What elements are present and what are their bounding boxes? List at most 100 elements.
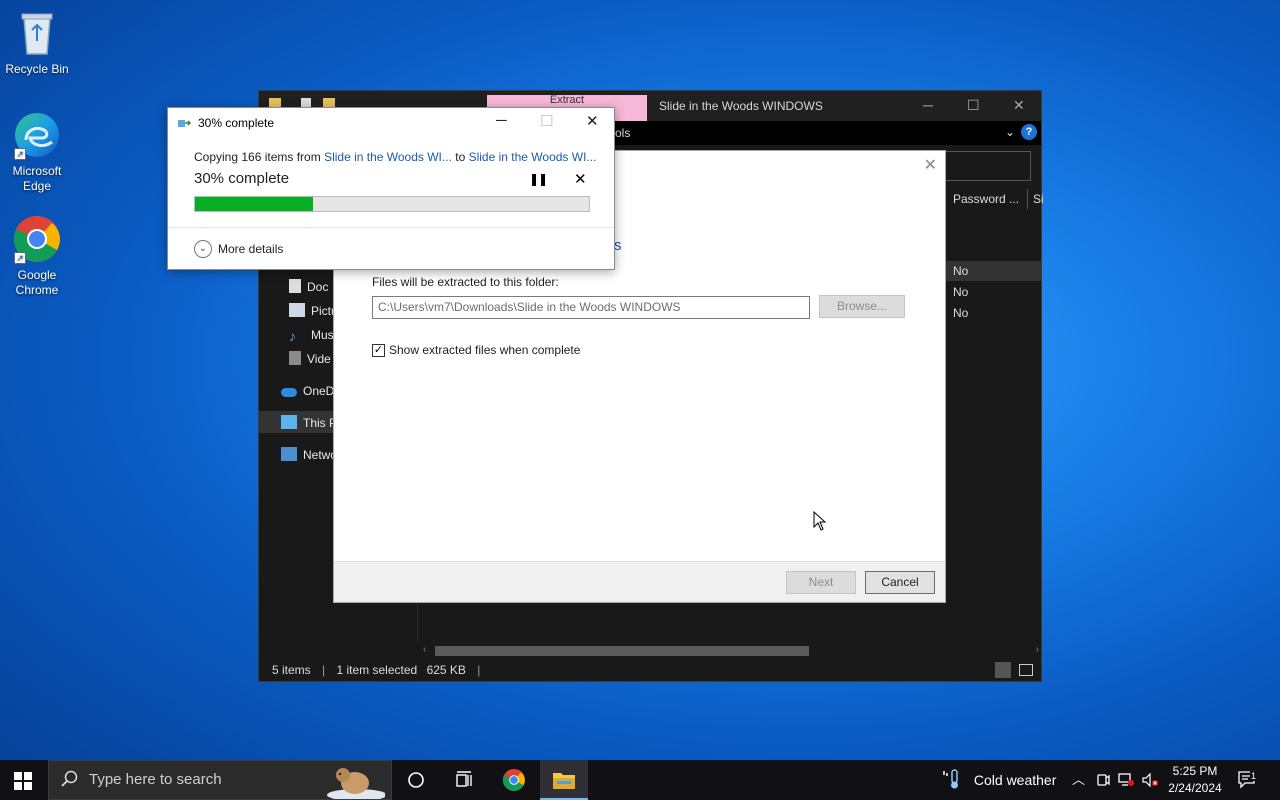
show-files-option[interactable]: ✓ Show extracted files when complete [372,343,580,357]
network-icon [281,447,297,461]
chrome-icon [502,768,526,792]
windows-logo-icon [14,772,22,780]
taskbar: Type here to search Cold weather ︿ 5:25 … [0,760,1280,800]
thermometer-icon [943,769,958,789]
status-divider: | [477,663,481,677]
edge-icon: ↗ [12,110,62,160]
weather-label: Cold weather [973,772,1057,788]
close-icon[interactable]: ✕ [586,112,599,130]
start-button[interactable] [14,772,32,790]
show-files-checkbox[interactable]: ✓ [372,343,385,357]
nav-item-documents[interactable]: Doc [289,277,328,297]
explorer-title: Slide in the Woods WINDOWS [659,99,823,113]
chrome-icon: ↗ [12,214,62,264]
browse-button[interactable]: Browse... [819,295,905,318]
column-header-password[interactable]: Password ... [953,192,1019,206]
show-files-label: Show extracted files when complete [389,343,581,357]
wizard-footer: Next Cancel [334,561,945,602]
cloud-icon [281,388,297,397]
ribbon-tab-tools[interactable]: ols [615,126,630,140]
copy-icon [178,118,192,129]
shortcut-arrow-icon: ↗ [14,148,26,160]
taskbar-clock[interactable]: 5:25 PM 2/24/2024 [1160,763,1230,797]
destination-link[interactable]: Slide in the Woods WI... [469,150,597,164]
cortana-icon [408,772,424,788]
clock-time: 5:25 PM [1172,764,1218,778]
computer-icon [281,415,297,429]
chevron-down-icon[interactable]: ⌄ [1005,125,1015,139]
pictures-icon [289,303,305,317]
nav-item-network[interactable]: Netwo [281,445,337,465]
status-selection: 1 item selected [336,663,418,677]
search-placeholder: Type here to search [89,771,222,788]
notification-count: 1 [1250,771,1258,781]
desktop-icon-chrome[interactable]: ↗ Google Chrome [1,214,73,298]
documents-icon [289,279,301,293]
close-icon[interactable]: ✕ [1013,97,1025,114]
help-icon[interactable]: ? [1021,124,1037,140]
taskbar-search-box[interactable]: Type here to search [48,760,392,800]
recycle-bin-icon [12,8,62,58]
progress-bar [194,196,590,212]
extract-path-input[interactable]: C:\Users\vm7\Downloads\Slide in the Wood… [372,296,810,319]
chevron-down-icon: ⌄ [194,240,212,258]
extract-folder-label: Files will be extracted to this folder: [372,275,559,289]
table-cell: No [953,264,969,278]
scroll-right-icon[interactable]: › [1036,644,1039,655]
tiles-view-icon[interactable] [1019,664,1033,676]
explorer-search-box[interactable] [945,151,1031,181]
more-details-toggle[interactable]: ⌄ More details [194,240,283,258]
pause-icon[interactable]: ❚❚ [529,172,548,186]
task-view-icon [456,771,472,787]
divider [168,227,614,228]
maximize-icon: ☐ [540,113,554,130]
explorer-status-bar: 5 items | 1 item selected 625 KB | [259,659,1041,681]
status-divider: | [322,663,326,677]
shortcut-arrow-icon: ↗ [14,252,26,264]
nav-item-this-pc[interactable]: This P [281,413,337,433]
close-icon[interactable]: ✕ [924,155,937,175]
cancel-copy-icon[interactable]: ✕ [574,170,587,188]
status-item-count: 5 items [272,663,311,677]
details-view-icon[interactable] [995,662,1011,678]
clock-date: 2/24/2024 [1168,781,1222,795]
weather-widget[interactable]: Cold weather [942,760,1056,800]
nav-item-onedrive[interactable]: OneD [281,381,334,401]
nav-item-music[interactable]: ♪ Mus [289,325,334,345]
status-size: 625 KB [426,663,466,677]
wizard-heading: s [614,237,622,254]
network-tray-icon[interactable] [1118,760,1134,800]
progress-title: 30% complete [198,116,275,130]
column-divider [1027,189,1028,209]
horizontal-scrollbar[interactable]: ‹ › [423,643,1041,659]
nav-item-pictures[interactable]: Pictu [289,301,338,321]
cancel-button[interactable]: Cancel [865,571,935,594]
nav-item-videos[interactable]: Vide [289,349,331,369]
volume-muted-icon[interactable] [1142,760,1160,800]
copy-description: Copying 166 items from Slide in the Wood… [194,150,597,164]
scroll-left-icon[interactable]: ‹ [423,644,426,655]
source-link[interactable]: Slide in the Woods WI... [324,150,452,164]
desktop-icon-recycle-bin[interactable]: Recycle Bin [1,8,73,77]
cortana-button[interactable] [392,760,440,800]
next-button[interactable]: Next [786,571,856,594]
task-view-button[interactable] [440,760,488,800]
desktop-icon-label: Google Chrome [15,268,59,297]
column-header-size[interactable]: Si [1033,192,1044,206]
taskbar-chrome-button[interactable] [490,760,538,800]
progress-bar-fill [195,197,314,211]
progress-titlebar: 30% complete [178,116,274,130]
action-center-button[interactable]: 1 [1238,760,1258,800]
taskbar-file-explorer-button[interactable] [540,760,588,800]
show-hidden-icons-chevron-icon[interactable]: ︿ [1072,760,1085,800]
more-details-label: More details [218,242,284,256]
search-highlight-art-icon [327,768,385,799]
minimize-icon[interactable]: ─ [923,97,933,113]
maximize-icon[interactable]: ☐ [967,97,980,114]
scrollbar-thumb[interactable] [435,646,809,656]
meet-now-icon[interactable] [1096,760,1110,800]
minimize-icon[interactable]: ─ [496,112,507,129]
music-icon: ♪ [289,328,296,344]
copy-progress-dialog: 30% complete ─ ☐ ✕ Copying 166 items fro… [167,107,615,270]
desktop-icon-edge[interactable]: ↗ Microsoft Edge [1,110,73,194]
